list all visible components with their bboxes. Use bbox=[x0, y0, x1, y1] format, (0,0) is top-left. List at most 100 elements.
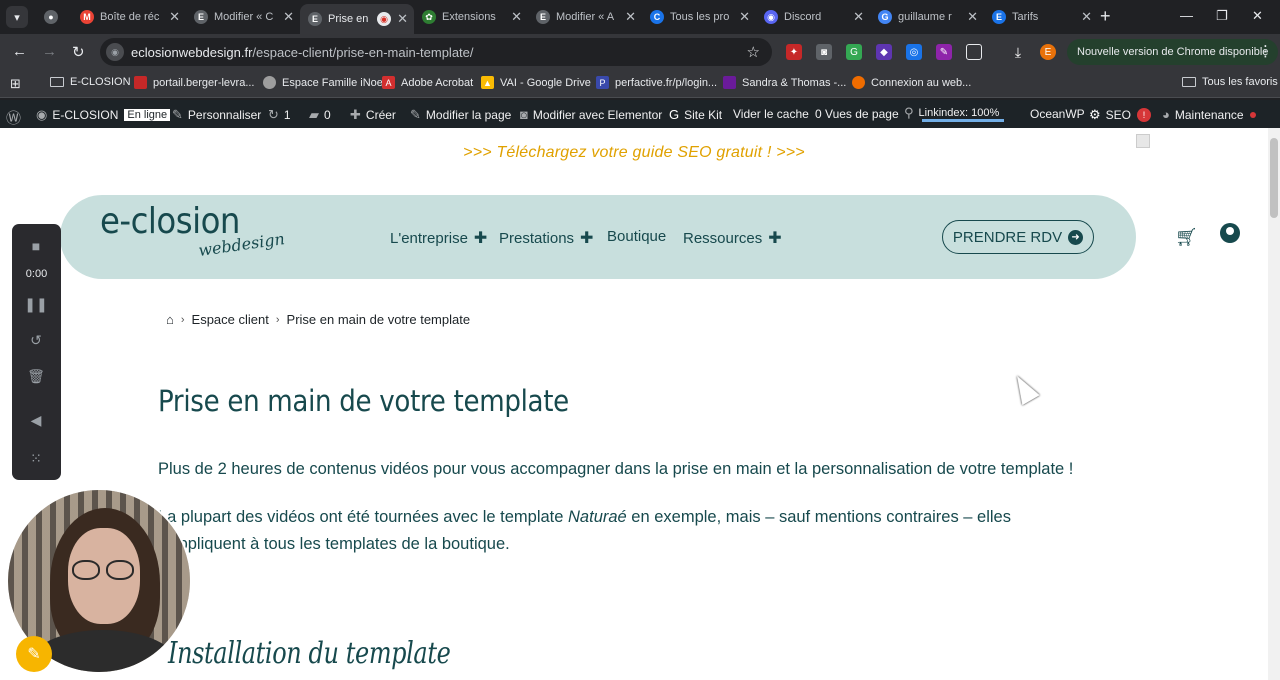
admin-elementor[interactable]: ◙ Modifier avec Elementor bbox=[520, 107, 662, 122]
extension-pin-icon[interactable]: ✦ bbox=[786, 44, 802, 60]
tab-edit-c[interactable]: E Modifier « C ✕ bbox=[186, 4, 300, 30]
new-tab-icon[interactable]: + bbox=[1100, 6, 1111, 27]
profile-avatar[interactable]: E bbox=[1040, 44, 1056, 60]
admin-new[interactable]: ✚ Créer bbox=[350, 107, 396, 123]
admin-comments[interactable]: ▰ 0 bbox=[309, 107, 331, 123]
pause-icon[interactable]: ❚❚ bbox=[24, 296, 47, 312]
close-tab-icon[interactable]: ✕ bbox=[169, 9, 180, 25]
close-tab-icon[interactable]: ✕ bbox=[283, 9, 294, 25]
tab-tarifs[interactable]: E Tarifs ✕ bbox=[984, 4, 1098, 30]
breadcrumb-current: Prise en main de votre template bbox=[286, 312, 471, 327]
admin-maintenance[interactable]: ◕ Maintenance bbox=[1162, 107, 1256, 122]
tab-google[interactable]: G guillaume r ✕ bbox=[870, 4, 984, 30]
close-tab-icon[interactable]: ✕ bbox=[397, 11, 408, 27]
admin-page-views[interactable]: 0 Vues de page bbox=[815, 107, 899, 121]
close-tab-icon[interactable]: ✕ bbox=[739, 9, 750, 25]
linkindex-icon: ⚲ bbox=[904, 105, 914, 120]
admin-site-name[interactable]: ◉ E-CLOSION En ligne bbox=[36, 107, 171, 123]
site-info-icon[interactable]: ◉ bbox=[106, 43, 124, 61]
admin-customize[interactable]: ✎ Personnaliser bbox=[172, 107, 261, 123]
bookmark-e-closion[interactable]: E-CLOSION bbox=[50, 76, 131, 88]
drag-handle-icon[interactable]: ⁙ bbox=[28, 450, 44, 466]
tab-title: Modifier « A bbox=[556, 11, 615, 23]
tab-discord[interactable]: ◉ Discord ✕ bbox=[756, 4, 870, 30]
download-icon[interactable]: ⤓ bbox=[1010, 44, 1026, 60]
all-bookmarks[interactable]: Tous les favoris bbox=[1182, 76, 1278, 88]
restart-icon[interactable]: ↺ bbox=[28, 332, 44, 348]
site-logo[interactable]: e-closion bbox=[100, 201, 240, 242]
paint-extension-icon[interactable]: ✎ bbox=[936, 44, 952, 60]
reload-icon[interactable]: ↻ bbox=[72, 43, 85, 61]
bookmark-inoe[interactable]: Espace Famille iNoe bbox=[263, 76, 383, 89]
account-icon[interactable] bbox=[1220, 223, 1240, 243]
tab-recording[interactable]: ● bbox=[36, 4, 72, 30]
page-scrollbar[interactable] bbox=[1268, 128, 1280, 680]
scroll-thumb[interactable] bbox=[1270, 138, 1278, 218]
chrome-update-button[interactable]: Nouvelle version de Chrome disponible bbox=[1067, 39, 1279, 65]
admin-seo[interactable]: ⚙ SEO ! bbox=[1089, 107, 1151, 123]
book-appointment-button[interactable]: PRENDRE RDV ➜ bbox=[942, 220, 1094, 254]
bookmark-connexion[interactable]: Connexion au web... bbox=[852, 76, 971, 89]
admin-oceanwp[interactable]: OceanWP bbox=[1030, 107, 1085, 121]
promo-banner[interactable]: >>> Téléchargez votre guide SEO gratuit … bbox=[0, 144, 1268, 162]
bookmark-acrobat[interactable]: A Adobe Acrobat bbox=[382, 76, 473, 89]
tab-gmail[interactable]: M Boîte de réc ✕ bbox=[72, 4, 186, 30]
bookmarks-bar: ⊞ E-CLOSION portail.berger-levra... Espa… bbox=[0, 70, 1280, 98]
purple-extension-icon[interactable]: ◆ bbox=[876, 44, 892, 60]
edit-pencil-fab-icon[interactable]: ✎ bbox=[16, 636, 52, 672]
plus-icon: ✚ bbox=[580, 230, 594, 247]
tab-title: Discord bbox=[784, 11, 822, 23]
tab-extensions[interactable]: ✿ Extensions ✕ bbox=[414, 4, 528, 30]
admin-clear-cache[interactable]: Vider le cache bbox=[733, 107, 809, 121]
tab-search-icon[interactable]: ▾ bbox=[6, 6, 28, 28]
menu-label: Ressources bbox=[683, 229, 763, 247]
stop-icon[interactable]: ■ bbox=[28, 238, 44, 254]
bookmark-perfactive[interactable]: P perfactive.fr/p/login... bbox=[596, 76, 717, 89]
close-window-icon[interactable]: ✕ bbox=[1252, 8, 1263, 24]
admin-sitekit[interactable]: G Site Kit bbox=[669, 107, 722, 122]
bookmark-portail[interactable]: portail.berger-levra... bbox=[134, 76, 255, 89]
restore-icon[interactable]: ❐ bbox=[1216, 8, 1228, 24]
close-tab-icon[interactable]: ✕ bbox=[511, 9, 522, 25]
bookmark-sandra-thomas[interactable]: Sandra & Thomas -... bbox=[723, 76, 846, 89]
tab-prise-en-main[interactable]: E Prise en ◉ ✕ bbox=[300, 4, 414, 34]
tab-title: Extensions bbox=[442, 11, 496, 23]
back-icon[interactable]: ← bbox=[12, 43, 27, 60]
user-avatar[interactable] bbox=[1136, 134, 1150, 148]
edit-page-label: Modifier la page bbox=[425, 108, 512, 122]
forward-icon[interactable]: → bbox=[42, 43, 57, 60]
updates-count: 1 bbox=[283, 108, 291, 122]
menu-entreprise[interactable]: L'entreprise ✚ bbox=[390, 228, 487, 248]
address-bar[interactable]: ◉ eclosionwebdesign.fr /espace-client/pr… bbox=[100, 38, 772, 66]
gmail-icon: M bbox=[80, 10, 94, 24]
apps-icon[interactable]: ⊞ bbox=[10, 76, 21, 92]
trash-icon[interactable]: 🗑︎ bbox=[27, 368, 45, 384]
cart-icon[interactable]: 🛒︎ bbox=[1175, 227, 1198, 248]
admin-edit-page[interactable]: ✎ Modifier la page bbox=[410, 107, 511, 123]
audio-icon[interactable]: ◀ bbox=[28, 412, 44, 428]
home-icon[interactable]: ⌂ bbox=[166, 312, 174, 327]
wordpress-logo-icon[interactable]: Ⓦ bbox=[6, 107, 26, 128]
page-title: Prise en main de votre template bbox=[158, 384, 569, 418]
menu-boutique[interactable]: Boutique bbox=[607, 228, 666, 245]
menu-prestations[interactable]: Prestations ✚ bbox=[499, 228, 593, 248]
bookmark-drive[interactable]: ▲ VAI - Google Drive bbox=[481, 76, 591, 89]
camera-extension-icon[interactable]: ◙ bbox=[816, 44, 832, 60]
breadcrumb-espace-client[interactable]: Espace client bbox=[192, 312, 269, 327]
g-extension-icon[interactable]: G bbox=[846, 44, 862, 60]
close-tab-icon[interactable]: ✕ bbox=[853, 9, 864, 25]
extensions-puzzle-icon[interactable] bbox=[966, 44, 982, 60]
close-tab-icon[interactable]: ✕ bbox=[625, 9, 636, 25]
folder-icon bbox=[1182, 77, 1196, 87]
minimize-icon[interactable]: — bbox=[1180, 8, 1193, 23]
menu-ressources[interactable]: Ressources ✚ bbox=[683, 228, 782, 248]
badge-extension-icon[interactable]: ◎ bbox=[906, 44, 922, 60]
cta-label: PRENDRE RDV bbox=[952, 228, 1063, 246]
tab-edit-a[interactable]: E Modifier « A ✕ bbox=[528, 4, 642, 30]
bookmark-star-icon[interactable]: ☆ bbox=[747, 43, 760, 61]
chrome-menu-icon[interactable]: ⋮ bbox=[1258, 42, 1273, 60]
close-tab-icon[interactable]: ✕ bbox=[967, 9, 978, 25]
tab-tous-les-produits[interactable]: C Tous les pro ✕ bbox=[642, 4, 756, 30]
close-tab-icon[interactable]: ✕ bbox=[1081, 9, 1092, 25]
admin-updates[interactable]: ↻ 1 bbox=[268, 107, 291, 123]
